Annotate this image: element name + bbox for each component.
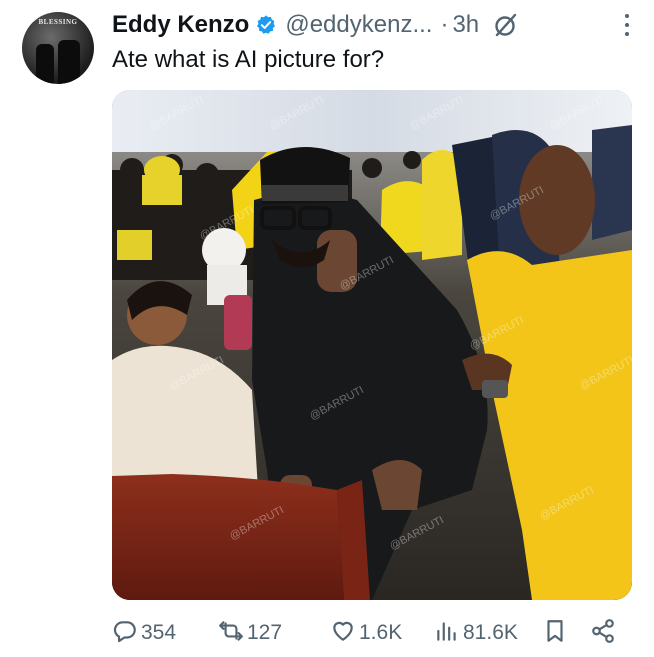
heart-icon [330, 618, 356, 649]
views-count: 81.6K [463, 621, 518, 644]
repost-icon [218, 618, 244, 649]
views-icon [434, 618, 460, 649]
avatar-figure-left [36, 44, 54, 84]
bookmark-button[interactable] [542, 615, 568, 651]
share-icon [590, 618, 616, 649]
more-icon[interactable] [622, 14, 632, 40]
repost-count: 127 [247, 621, 283, 644]
avatar[interactable]: BLESSING [22, 12, 94, 84]
tweet-actions: 354 127 1.6K 81.6K [112, 615, 632, 651]
avatar-caption: BLESSING [38, 18, 78, 26]
verified-badge-icon [255, 14, 277, 36]
tweet-text: Ate what is AI picture for? [112, 46, 385, 73]
share-button[interactable] [590, 615, 616, 651]
handle[interactable]: @eddykenz... [285, 11, 432, 39]
photo-illustration: @BARRUTI @BARRUTI @BARRUTI @BARRUTI@BARRUTI… [112, 90, 632, 600]
like-count: 1.6K [359, 621, 403, 644]
tweet-header: Eddy Kenzo @eddykenz... · 3h [112, 8, 634, 42]
separator-dot: · [440, 11, 449, 38]
reply-count: 354 [141, 621, 177, 644]
tweet-photo[interactable]: @BARRUTI @BARRUTI @BARRUTI @BARRUTI @BARRUTI… [112, 90, 632, 600]
views-button[interactable]: 81.6K [434, 615, 518, 651]
reply-icon [112, 618, 138, 649]
display-name[interactable]: Eddy Kenzo [112, 11, 249, 39]
avatar-figure-right [58, 40, 80, 84]
timestamp[interactable]: 3h [452, 11, 479, 39]
bookmark-icon [542, 618, 568, 649]
reply-button[interactable]: 354 [112, 615, 176, 651]
repost-button[interactable]: 127 [218, 615, 282, 651]
grok-icon[interactable] [493, 12, 519, 38]
like-button[interactable]: 1.6K [330, 615, 402, 651]
